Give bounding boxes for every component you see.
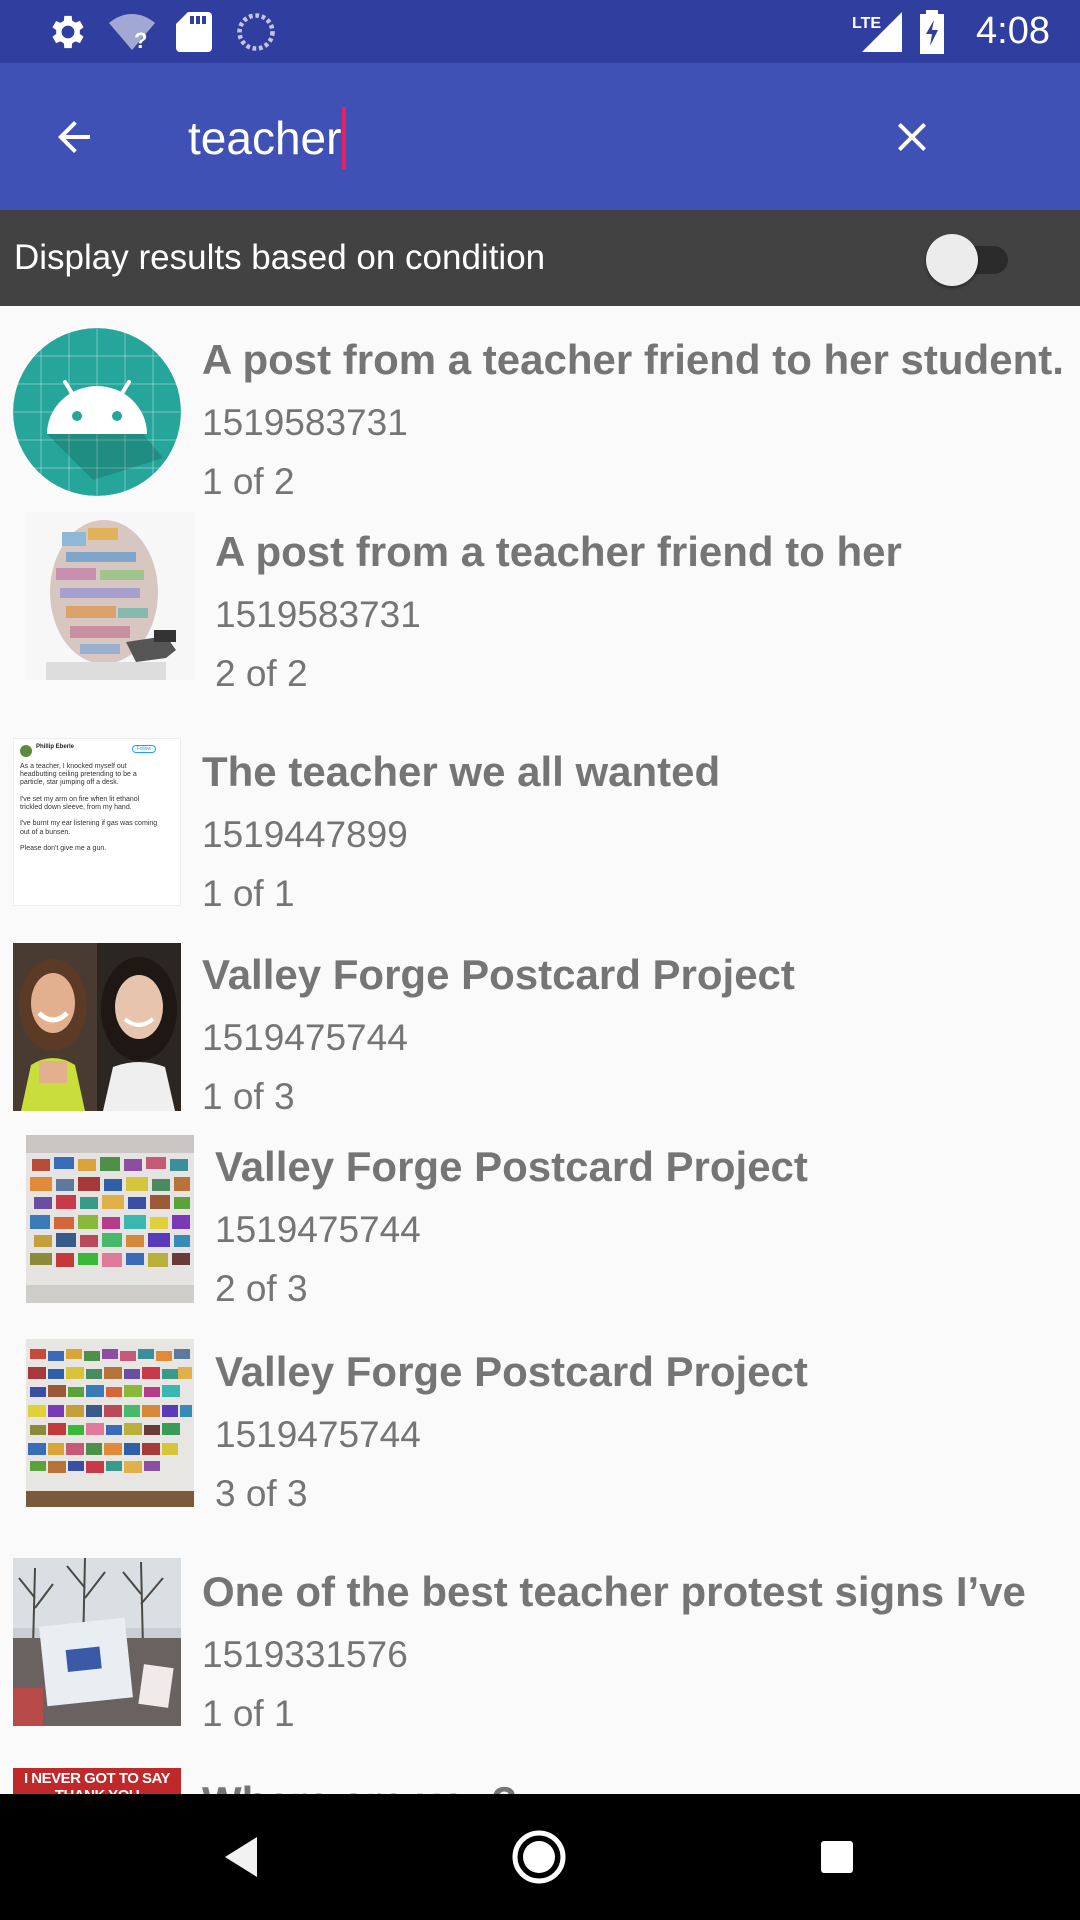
lte-signal-icon: LTE — [852, 0, 902, 63]
item-title: One of the best teacher protest signs I’… — [202, 1568, 1026, 1615]
toggle-thumb — [926, 234, 978, 286]
cartoon-image — [26, 512, 194, 680]
list-item[interactable]: A post from a teacher friend to her stud… — [0, 306, 1080, 502]
portrait-photo-image — [13, 943, 181, 1111]
close-icon[interactable] — [874, 99, 950, 175]
list-item[interactable]: I NEVER GOT TO SAY THANK YOU Where are y… — [0, 1748, 1080, 1794]
condition-label: Display results based on condition — [14, 238, 546, 277]
item-id: 1519475744 — [215, 1414, 421, 1455]
battery-charging-icon — [918, 0, 946, 63]
meme-image: I NEVER GOT TO SAY THANK YOU — [13, 1768, 181, 1794]
item-title: Where are you? — [202, 1778, 517, 1794]
search-toolbar: teacher — [0, 63, 1080, 210]
postcard-wall-image — [26, 1339, 194, 1507]
wifi-unknown-icon: ? — [108, 0, 156, 63]
item-id: 1519447899 — [202, 814, 408, 855]
list-item[interactable]: A post from a teacher friend to her 1519… — [0, 498, 1080, 718]
item-title: The teacher we all wanted — [202, 748, 721, 795]
list-item[interactable]: Valley Forge Postcard Project 1519475744… — [0, 1115, 1080, 1320]
settings-icon — [46, 0, 90, 63]
meme-caption: I NEVER GOT TO SAY THANK YOU — [23, 1770, 171, 1794]
item-position: 2 of 2 — [215, 653, 308, 694]
tweet-screenshot-image: Phillip Eberle Follow As a teacher, I kn… — [13, 738, 181, 906]
list-item[interactable]: One of the best teacher protest signs I’… — [0, 1538, 1080, 1748]
item-title: Valley Forge Postcard Project — [215, 1143, 808, 1190]
item-position: 1 of 3 — [202, 1076, 295, 1117]
home-nav-icon[interactable] — [484, 1794, 594, 1920]
svg-text:LTE: LTE — [852, 15, 881, 32]
item-id: 1519583731 — [202, 402, 408, 443]
item-position: 3 of 3 — [215, 1473, 308, 1514]
search-query-text[interactable]: teacher — [188, 111, 341, 165]
clock: 4:08 — [976, 10, 1050, 52]
list-item[interactable]: Phillip Eberle Follow As a teacher, I kn… — [0, 718, 1080, 923]
item-id: 1519331576 — [202, 1634, 408, 1675]
item-title: Valley Forge Postcard Project — [215, 1348, 808, 1395]
item-position: 1 of 1 — [202, 873, 295, 914]
sd-card-icon — [176, 0, 212, 63]
svg-text:?: ? — [134, 28, 147, 53]
item-id: 1519475744 — [202, 1017, 408, 1058]
item-id: 1519475744 — [215, 1209, 421, 1250]
results-list[interactable]: A post from a teacher friend to her stud… — [0, 306, 1080, 1794]
sync-icon — [234, 0, 278, 63]
status-bar: ? LTE 4:08 — [0, 0, 1080, 63]
tweet-text: As a teacher, I knocked myself out headb… — [20, 763, 158, 853]
back-nav-icon[interactable] — [186, 1794, 296, 1920]
android-default-icon — [13, 328, 181, 496]
item-id: 1519583731 — [215, 594, 421, 635]
item-position: 1 of 2 — [202, 461, 295, 502]
recents-nav-icon[interactable] — [782, 1794, 892, 1920]
condition-bar: Display results based on condition — [0, 210, 1080, 306]
text-cursor — [342, 107, 347, 169]
item-position: 2 of 3 — [215, 1268, 308, 1309]
postcard-wall-image — [26, 1135, 194, 1303]
protest-sign-photo-image — [13, 1558, 181, 1726]
navigation-bar — [0, 1794, 1080, 1920]
search-input[interactable]: teacher — [188, 103, 347, 173]
tweet-avatar — [20, 745, 32, 757]
item-title: A post from a teacher friend to her stud… — [202, 336, 1064, 383]
item-position: 1 of 1 — [202, 1693, 295, 1734]
list-item[interactable]: Valley Forge Postcard Project 1519475744… — [0, 923, 1080, 1117]
condition-toggle[interactable] — [926, 234, 1012, 286]
tweet-follow-button: Follow — [131, 745, 156, 753]
item-title: A post from a teacher friend to her — [215, 528, 902, 575]
tweet-author: Phillip Eberle — [36, 744, 75, 750]
item-title: Valley Forge Postcard Project — [202, 951, 795, 998]
arrow-back-icon[interactable] — [36, 99, 112, 175]
list-item[interactable]: Valley Forge Postcard Project 1519475744… — [0, 1320, 1080, 1538]
